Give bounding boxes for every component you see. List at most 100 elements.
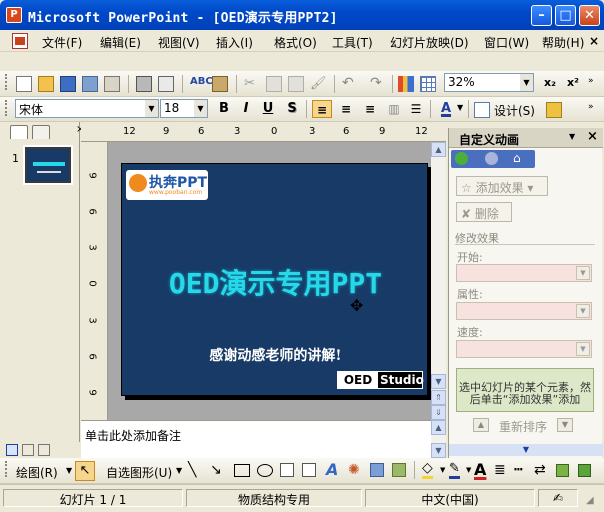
- doc-close-icon[interactable]: ×: [589, 34, 599, 48]
- pane-scroll-down-icon[interactable]: ▼: [449, 444, 603, 456]
- vertical-textbox-icon[interactable]: [302, 463, 316, 477]
- slide-thumbnail[interactable]: [25, 147, 71, 183]
- chevron-down-icon[interactable]: ▼: [176, 466, 182, 475]
- menu-window[interactable]: 窗口(W): [484, 34, 529, 51]
- chevron-down-icon[interactable]: ▼: [457, 103, 463, 112]
- menu-format[interactable]: 格式(O): [274, 34, 317, 51]
- move-up-icon[interactable]: ▲: [473, 418, 489, 432]
- design-button[interactable]: 设计(S): [494, 102, 535, 119]
- font-size-combo[interactable]: 18 ▼: [160, 99, 208, 118]
- chevron-down-icon[interactable]: ▼: [569, 132, 575, 141]
- menu-insert[interactable]: 插入(I): [216, 34, 253, 51]
- menu-file[interactable]: 文件(F): [42, 34, 82, 51]
- dash-style-icon[interactable]: ┅: [514, 462, 522, 478]
- chevron-down-icon[interactable]: ▼: [576, 342, 590, 356]
- start-combo[interactable]: ▼: [456, 264, 592, 282]
- next-slide-icon[interactable]: ⇓: [431, 405, 446, 420]
- remove-button[interactable]: ✘ 删除: [456, 202, 512, 222]
- line-style-icon[interactable]: ≣: [494, 462, 506, 478]
- line-color-icon[interactable]: ✎: [449, 461, 460, 479]
- move-down-icon[interactable]: ▼: [557, 418, 573, 432]
- draw-menu-button[interactable]: 绘图(R): [16, 464, 58, 481]
- slideshow-view-icon[interactable]: [38, 444, 50, 456]
- forward-icon[interactable]: [485, 152, 498, 165]
- zoom-combo[interactable]: 32% ▼: [444, 73, 534, 92]
- outline-tab[interactable]: [10, 125, 28, 139]
- new-slide-icon[interactable]: [546, 102, 562, 118]
- maximize-button[interactable]: □: [555, 5, 576, 26]
- autoshapes-button[interactable]: 自选图形(U): [106, 464, 172, 481]
- align-left-button[interactable]: ≡: [312, 100, 332, 118]
- home-icon[interactable]: ⌂: [513, 151, 521, 165]
- superscript-icon[interactable]: x²: [567, 76, 583, 92]
- slide-subtitle[interactable]: 感谢动感老师的讲解!: [122, 345, 429, 365]
- clipart-icon[interactable]: [370, 463, 384, 477]
- notes-scrollbar[interactable]: ▲ ▼: [431, 420, 446, 458]
- print-preview-icon[interactable]: [158, 76, 174, 92]
- speed-combo[interactable]: ▼: [456, 340, 592, 358]
- picture-icon[interactable]: [392, 463, 406, 477]
- permission-icon[interactable]: [82, 76, 98, 92]
- open-icon[interactable]: [38, 76, 54, 92]
- insert-table-icon[interactable]: [420, 76, 436, 92]
- distributed-icon[interactable]: ▥: [384, 100, 404, 118]
- chevron-down-icon[interactable]: ▼: [66, 466, 72, 475]
- resize-grip-icon[interactable]: ◢: [586, 495, 594, 506]
- close-button[interactable]: ✕: [579, 5, 600, 26]
- document-icon[interactable]: [12, 33, 28, 49]
- research-icon[interactable]: [212, 76, 228, 92]
- normal-view-icon[interactable]: [6, 444, 18, 456]
- arrow-icon[interactable]: ↘: [210, 462, 222, 478]
- property-combo[interactable]: ▼: [456, 302, 592, 320]
- print-icon[interactable]: [136, 76, 152, 92]
- chevron-down-icon[interactable]: ▼: [520, 74, 533, 91]
- align-center-button[interactable]: ≡: [336, 100, 356, 118]
- menu-edit[interactable]: 编辑(E): [100, 34, 141, 51]
- font-color-button[interactable]: A: [436, 100, 456, 118]
- undo-icon[interactable]: ↶: [342, 75, 358, 91]
- toolbar-options-icon[interactable]: »: [588, 76, 604, 92]
- menu-slideshow[interactable]: 幻灯片放映(D): [390, 34, 469, 51]
- add-effect-button[interactable]: ☆ 添加效果 ▾: [456, 176, 548, 196]
- new-icon[interactable]: [16, 76, 32, 92]
- slide-canvas[interactable]: 执奔PPT www.pooban.com OED演示专用PPT 感谢动感老师的讲…: [121, 163, 428, 396]
- back-icon[interactable]: [455, 152, 468, 165]
- underline-button[interactable]: U: [258, 100, 278, 118]
- 3d-style-icon[interactable]: [578, 464, 591, 477]
- align-right-button[interactable]: ≡: [360, 100, 380, 118]
- toolbar-grip[interactable]: [5, 100, 8, 116]
- toolbar-grip[interactable]: [5, 74, 8, 90]
- arrow-style-icon[interactable]: ⇄: [534, 462, 546, 478]
- toolbar-grip[interactable]: [5, 461, 8, 477]
- textbox-icon[interactable]: [280, 463, 294, 477]
- scroll-up-icon[interactable]: ▲: [431, 142, 446, 157]
- menu-help[interactable]: 帮助(H): [542, 34, 584, 51]
- toolbar-options-icon[interactable]: »: [588, 102, 604, 118]
- copy-icon[interactable]: [266, 76, 282, 92]
- oval-icon[interactable]: [257, 464, 273, 477]
- notes-pane[interactable]: 单击此处添加备注: [81, 420, 431, 458]
- sorter-view-icon[interactable]: [22, 444, 34, 456]
- powerpoint-icon[interactable]: P: [6, 7, 22, 23]
- editor-scrollbar[interactable]: ▲ ▼ ⇑ ⇓: [431, 142, 446, 420]
- fill-color-icon[interactable]: ◇: [422, 460, 433, 479]
- email-icon[interactable]: [104, 76, 120, 92]
- scroll-down-icon[interactable]: ▼: [431, 374, 446, 389]
- slide-title[interactable]: OED演示专用PPT: [122, 262, 429, 302]
- chevron-down-icon[interactable]: ▼: [145, 100, 158, 117]
- scroll-up-icon[interactable]: ▲: [431, 420, 446, 435]
- font-combo[interactable]: 宋体 ▼: [15, 99, 159, 118]
- subscript-icon[interactable]: x₂: [544, 76, 560, 92]
- minimize-button[interactable]: –: [531, 5, 552, 26]
- spelling-status-icon[interactable]: ✍: [538, 489, 578, 507]
- chevron-down-icon[interactable]: ▼: [576, 304, 590, 318]
- shadow-style-icon[interactable]: [556, 464, 569, 477]
- chevron-down-icon[interactable]: ▼: [194, 100, 207, 117]
- text-color-icon[interactable]: A: [474, 460, 486, 479]
- italic-button[interactable]: I: [236, 100, 256, 118]
- close-icon[interactable]: ×: [587, 129, 598, 144]
- cut-icon[interactable]: ✂: [244, 76, 260, 92]
- numbering-icon[interactable]: ☰: [406, 100, 426, 118]
- chevron-down-icon[interactable]: ▼: [440, 466, 445, 474]
- line-icon[interactable]: ╲: [188, 462, 196, 478]
